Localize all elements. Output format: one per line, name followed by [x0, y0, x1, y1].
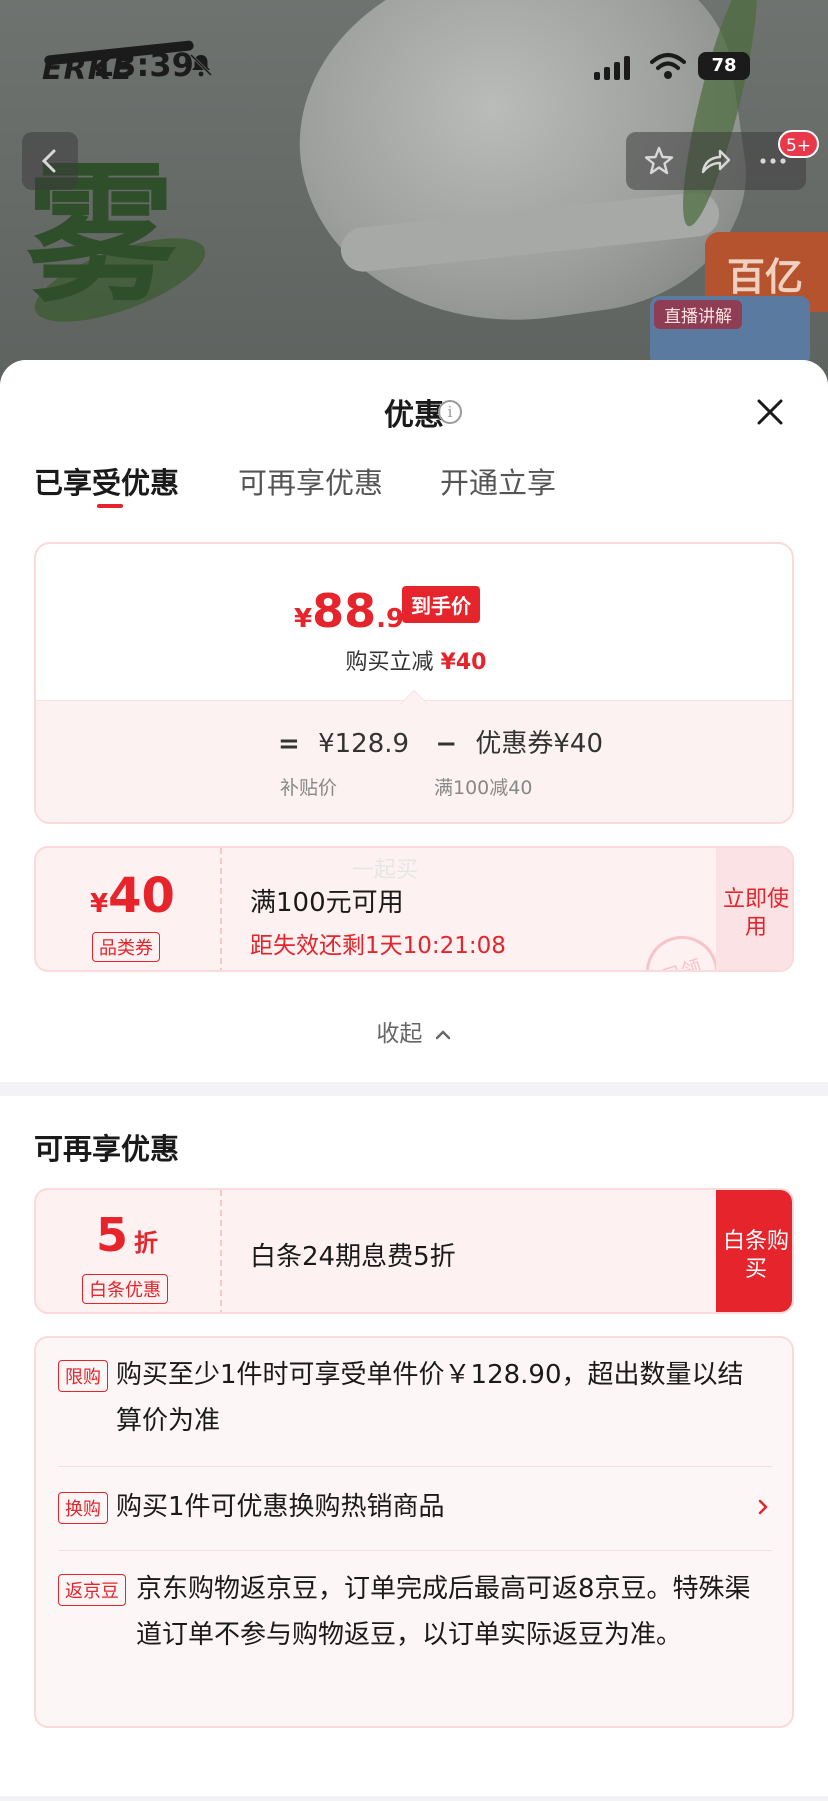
tab-active-indicator [97, 504, 123, 508]
tab-activate[interactable]: 开通立享 [440, 460, 556, 502]
back-button[interactable] [22, 132, 78, 190]
tab-more-available[interactable]: 可再享优惠 [238, 460, 383, 502]
bell-muted-icon [189, 53, 213, 77]
chevron-up-icon [435, 1029, 450, 1039]
baitiao-buy-button[interactable]: 白条购买 [716, 1190, 792, 1312]
rule-tag: 返京豆 [58, 1574, 126, 1606]
rule-row-exchange[interactable]: 换购 购买1件可优惠换购热销商品 [58, 1484, 772, 1532]
purchase-rules-card: 限购 购买至少1件时可享受单件价￥128.90，超出数量以结算价为准 换购 购买… [34, 1336, 794, 1728]
wifi-icon [650, 53, 686, 79]
final-price-card: ¥88.9 到手价 购买立减 ¥40 = ¥128.9 − 优惠券¥40 补贴价… [34, 542, 794, 824]
price-breakdown: = ¥128.9 − 优惠券¥40 补贴价 满100减40 [36, 700, 792, 822]
more-discounts-title: 可再享优惠 [34, 1132, 180, 1166]
coupon-value: 40 [108, 868, 175, 924]
baitiao-description: 白条24期息费5折 [250, 1242, 456, 1272]
star-icon[interactable] [642, 144, 676, 178]
final-price-tag: 到手价 [402, 586, 480, 623]
coupon-condition: 满100元可用 [250, 888, 404, 918]
baitiao-discount-value: 5 [96, 1208, 129, 1262]
price-decimal: .9 [376, 604, 405, 634]
battery-indicator: 78 [698, 52, 750, 80]
price-integer: 88 [312, 584, 377, 638]
status-time: 13:39 [92, 46, 194, 84]
baitiao-discount-unit: 折 [134, 1229, 159, 1257]
more-discounts-section: 可再享优惠 5折 白条优惠 白条24期息费5折 白条购买 限购 购买至少1件时可… [0, 1096, 828, 1796]
instant-reduction: 购买立减 ¥40 [36, 644, 792, 676]
subsidy-price: ¥128.9 [318, 729, 410, 759]
final-price: ¥88.9 [294, 584, 404, 638]
coupon-currency: ¥ [90, 889, 109, 919]
close-icon[interactable] [754, 396, 786, 428]
share-icon[interactable] [698, 144, 732, 178]
minus-sign: − [435, 729, 458, 759]
coupon-type-tag: 品类券 [92, 932, 160, 962]
sheet-title: 优惠 [384, 398, 444, 433]
coupon-countdown: 距失效还剩1天10:21:08 [250, 933, 506, 959]
use-coupon-button[interactable]: 立即使用 [716, 848, 792, 970]
reduction-amount: ¥40 [440, 650, 487, 675]
coupon-amount: ¥40 [90, 868, 175, 924]
baitiao-discount: 5折 [96, 1208, 158, 1262]
live-stream-tag: 直播讲解 [654, 300, 742, 329]
discount-sheet: 优惠 i 已享受优惠 可再享优惠 开通立享 ¥88.9 到手价 购买立减 ¥40 [0, 360, 828, 1801]
baitiao-discount-card: 5折 白条优惠 白条24期息费5折 白条购买 [34, 1188, 794, 1314]
price-summary: ¥88.9 到手价 购买立减 ¥40 [36, 544, 792, 700]
chevron-right-icon [758, 1499, 768, 1515]
rule-tag: 换购 [58, 1492, 108, 1524]
rule-tag: 限购 [58, 1360, 108, 1392]
rule-text: 购买至少1件时可享受单件价￥128.90，超出数量以结算价为准 [116, 1360, 744, 1436]
cart-badge: 5+ [778, 130, 820, 158]
row-divider [58, 1466, 772, 1467]
baitiao-value-area: 5折 白条优惠 [36, 1190, 222, 1312]
tab-enjoyed[interactable]: 已享受优惠 [34, 460, 179, 502]
currency-symbol: ¥ [294, 604, 313, 634]
collapse-button[interactable]: 收起 [0, 1014, 828, 1048]
coupon-deduction: 优惠券¥40 [475, 729, 604, 759]
reduction-label: 购买立减 [345, 650, 434, 675]
signal-icon [594, 56, 630, 80]
baitiao-type-tag: 白条优惠 [82, 1274, 168, 1304]
coupon-value-area: ¥40 品类券 [36, 848, 222, 970]
rule-row-jingdou: 返京豆 京东购物返京豆，订单完成后最高可返8京豆。特殊渠道订单不参与购物返豆，以… [58, 1566, 772, 1712]
rule-text: 京东购物返京豆，订单完成后最高可返8京豆。特殊渠道订单不参与购物返豆，以订单实际… [136, 1574, 751, 1650]
info-icon[interactable]: i [438, 400, 462, 424]
equals-sign: = [278, 729, 300, 759]
collapse-label: 收起 [376, 1021, 423, 1047]
claimed-stamp: 已领 [636, 926, 728, 970]
price-formula: = ¥128.9 − 优惠券¥40 [268, 723, 603, 760]
coupon-rule-label: 满100减40 [434, 777, 533, 799]
promo-text: 百亿 [727, 255, 804, 299]
subsidy-price-label: 补贴价 [280, 777, 338, 799]
rule-text: 购买1件可优惠换购热销商品 [116, 1492, 445, 1522]
row-divider [58, 1550, 772, 1551]
enjoyed-discounts-section: 优惠 i 已享受优惠 可再享优惠 开通立享 ¥88.9 到手价 购买立减 ¥40 [0, 360, 828, 1082]
rule-row-limit: 限购 购买至少1件时可享受单件价￥128.90，超出数量以结算价为准 [58, 1352, 772, 1448]
back-icon [41, 149, 56, 173]
watermark: 一起买 [352, 858, 419, 883]
